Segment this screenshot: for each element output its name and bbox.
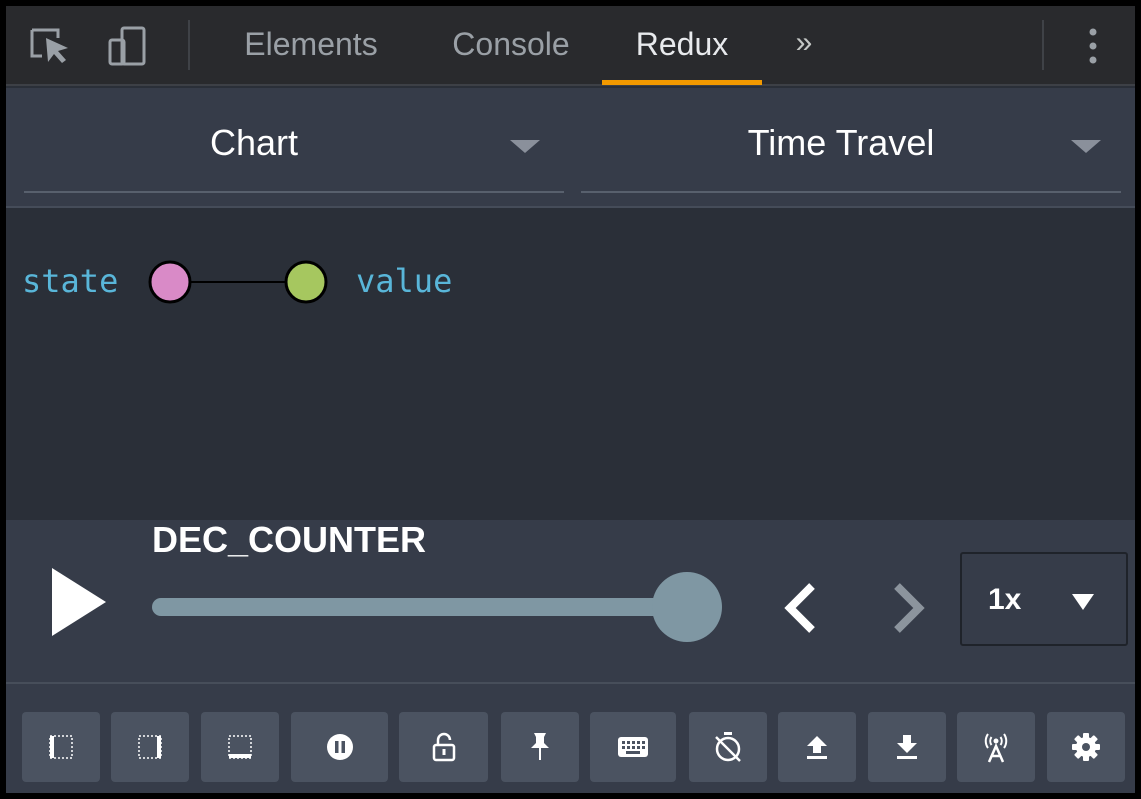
caret-down-icon: [1071, 140, 1101, 153]
keyboard-shortcuts-button[interactable]: [590, 712, 676, 782]
monitor-selector-row: Chart Time Travel: [6, 88, 1135, 208]
monitor-select-value: Chart: [209, 122, 299, 163]
devtools-tab-bar: Elements Console Redux »: [6, 6, 1135, 86]
caret-down-icon: [1072, 594, 1094, 610]
pin-icon: [531, 733, 549, 760]
dock-left-button[interactable]: [22, 712, 100, 782]
upload-icon: [807, 736, 827, 759]
tree-node-label-value: value: [356, 262, 452, 300]
state-tree-svg: state value: [22, 260, 452, 304]
tree-node-value[interactable]: [284, 260, 328, 304]
settings-gear-icon: [1072, 733, 1100, 761]
dock-left-icon: [49, 735, 73, 759]
dock-right-icon: [138, 735, 162, 759]
tree-node-state[interactable]: [148, 260, 192, 304]
settings-button[interactable]: [1047, 712, 1125, 782]
devtools-bottom-toolbar: [6, 682, 1135, 793]
state-tree-chart: state value: [6, 210, 1135, 520]
upload-button[interactable]: [778, 712, 856, 782]
slider-progress: [152, 598, 687, 616]
pause-recording-button[interactable]: [291, 712, 388, 782]
playback-speed-select[interactable]: 1x: [960, 552, 1128, 646]
caret-down-icon: [510, 140, 540, 153]
remote-broadcast-button[interactable]: [957, 712, 1035, 782]
mode-select[interactable]: Time Travel: [581, 88, 1121, 193]
active-tab-indicator: [602, 80, 762, 85]
tab-console[interactable]: Console: [426, 6, 596, 86]
remote-broadcast-icon: [984, 733, 1008, 763]
timer-off-button[interactable]: [689, 712, 767, 782]
dock-bottom-button[interactable]: [201, 712, 279, 782]
slider-track[interactable]: [152, 598, 722, 616]
playback-speed-value: 1x: [988, 583, 1022, 616]
tab-elements[interactable]: Elements: [221, 6, 401, 86]
redux-devtools-panel: Elements Console Redux » Chart Time Trav…: [6, 6, 1135, 793]
mode-select-value: Time Travel: [747, 122, 935, 163]
pause-recording-icon: [326, 734, 353, 760]
chevron-right-icon[interactable]: [889, 582, 929, 634]
slider-thumb[interactable]: [652, 572, 722, 642]
lock-button[interactable]: [399, 712, 488, 782]
dock-bottom-icon: [228, 735, 252, 759]
kebab-menu-icon[interactable]: [1086, 24, 1100, 68]
download-button[interactable]: [868, 712, 946, 782]
dock-right-button[interactable]: [111, 712, 189, 782]
lock-icon: [432, 732, 455, 762]
tab-bar-separator: [1042, 20, 1044, 70]
monitor-select[interactable]: Chart: [24, 88, 564, 193]
download-icon: [897, 735, 917, 759]
device-toolbar-icon[interactable]: [106, 24, 150, 68]
pin-button[interactable]: [501, 712, 579, 782]
chevron-left-icon[interactable]: [780, 582, 820, 634]
time-travel-slider: DEC_COUNTER 1x: [6, 520, 1135, 682]
tab-bar-separator: [188, 20, 190, 70]
current-action-label: DEC_COUNTER: [152, 519, 427, 560]
timer-off-icon: [715, 732, 741, 762]
tree-node-label-state: state: [22, 262, 118, 300]
inspect-element-icon[interactable]: [28, 24, 72, 68]
more-tabs-button[interactable]: »: [784, 6, 824, 86]
play-icon[interactable]: [48, 566, 108, 638]
keyboard-icon: [618, 737, 648, 757]
tab-redux[interactable]: Redux: [602, 6, 762, 86]
